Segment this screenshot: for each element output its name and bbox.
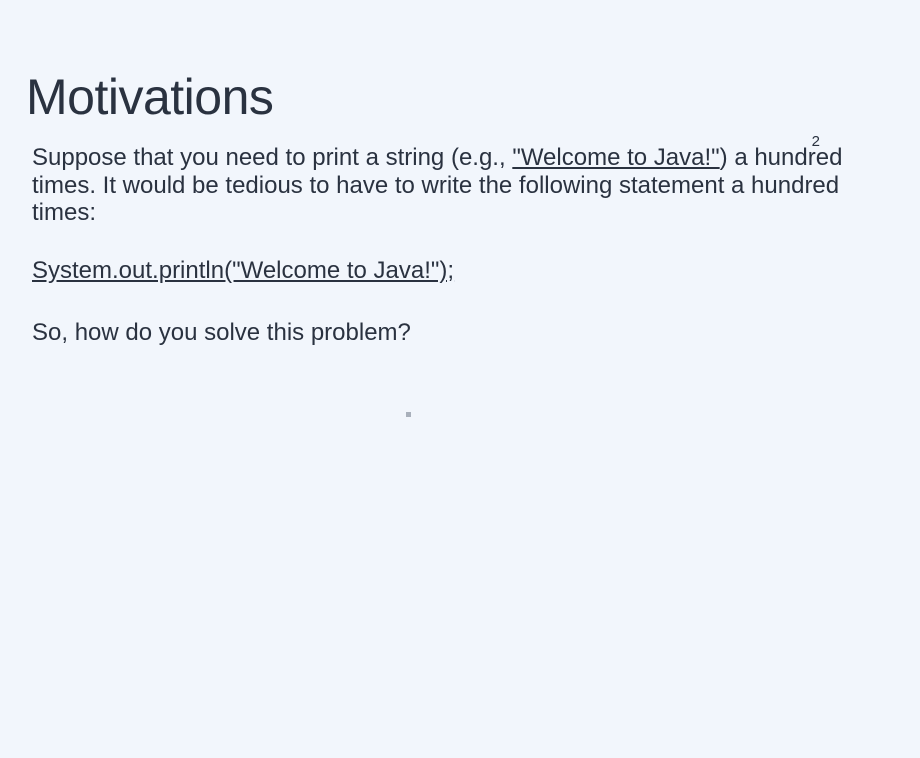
slide-content: Suppose that you need to print a string … [32, 144, 880, 347]
paragraph-2: So, how do you solve this problem? [32, 319, 880, 347]
paragraph-1-underlined: "Welcome to Java!" [512, 144, 719, 171]
paragraph-1-pre: Suppose that you need to print a string … [32, 144, 512, 171]
code-line-wrapper: System.out.println("Welcome to Java!"); [32, 257, 880, 320]
slide-title: Motivations [26, 68, 920, 126]
code-line: System.out.println("Welcome to Java!"); [32, 257, 454, 285]
bullet-marker [406, 412, 411, 417]
paragraph-1: Suppose that you need to print a string … [32, 144, 880, 227]
page-number: 2 [812, 133, 820, 150]
